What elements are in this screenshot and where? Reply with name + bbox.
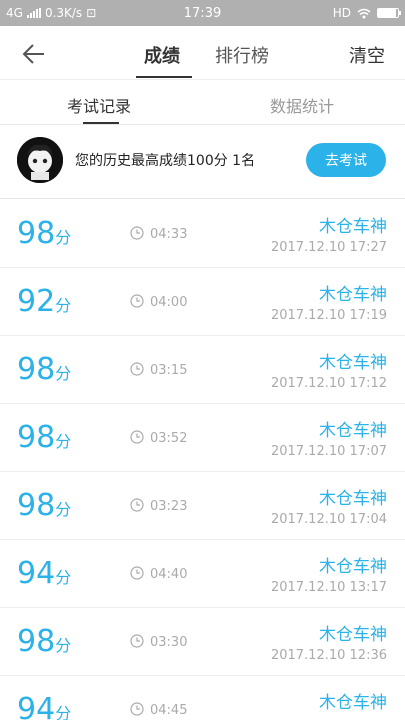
score: 98分 <box>17 624 71 659</box>
record-row[interactable]: 94分 04:45 木仓车神 <box>0 676 405 720</box>
user-name: 木仓车神 <box>319 285 387 305</box>
exam-date: 2017.12.10 17:27 <box>270 240 387 255</box>
score-value: 98 <box>17 488 56 523</box>
records-list: 98分 04:33 木仓车神 2017.12.10 17:27 92分 04:0… <box>0 200 405 720</box>
score-value: 92 <box>17 284 56 319</box>
clock-icon <box>130 634 144 648</box>
exam-duration: 04:00 <box>150 295 188 310</box>
score-value: 98 <box>17 352 56 387</box>
signal-icon <box>26 8 41 18</box>
score-value: 94 <box>17 556 56 591</box>
score-unit: 分 <box>55 500 72 519</box>
exam-duration: 04:40 <box>150 567 188 582</box>
score-value: 94 <box>17 692 56 720</box>
score-unit: 分 <box>55 432 72 451</box>
notification-icon: ⊡ <box>86 6 97 20</box>
tab-scores[interactable]: 成绩 <box>144 42 180 68</box>
exam-duration: 03:30 <box>150 635 188 650</box>
user-name: 木仓车神 <box>319 353 387 373</box>
score-unit: 分 <box>55 636 72 655</box>
exam-date: 2017.12.10 17:12 <box>270 376 387 391</box>
exam-date: 2017.12.10 12:36 <box>270 648 387 663</box>
wifi-icon <box>357 8 371 18</box>
score: 98分 <box>17 488 71 523</box>
network-speed: 0.3K/s <box>44 6 83 20</box>
score: 98分 <box>17 420 71 455</box>
exam-date: 2017.12.10 13:17 <box>270 580 387 595</box>
clock-icon <box>130 226 144 240</box>
record-row[interactable]: 98分 03:52 木仓车神 2017.12.10 17:07 <box>0 404 405 472</box>
status-left: 4G 0.3K/s ⊡ <box>6 6 166 20</box>
score: 92分 <box>17 284 71 319</box>
tab-leaderboard[interactable]: 排行榜 <box>215 42 269 68</box>
user-name: 木仓车神 <box>319 421 387 441</box>
score-unit: 分 <box>55 568 72 587</box>
score: 98分 <box>17 352 71 387</box>
tab-data-statistics[interactable]: 数据统计 <box>270 93 334 117</box>
score-value: 98 <box>17 624 56 659</box>
record-row[interactable]: 98分 04:33 木仓车神 2017.12.10 17:27 <box>0 200 405 268</box>
network-type: 4G <box>6 6 23 20</box>
go-exam-button[interactable]: 去考试 <box>306 143 386 177</box>
clock-icon <box>130 294 144 308</box>
exam-duration: 04:45 <box>150 703 188 718</box>
status-bar: 4G 0.3K/s ⊡ 17:39 HD <box>0 0 405 26</box>
back-arrow-icon[interactable] <box>20 40 48 68</box>
user-name: 木仓车神 <box>319 557 387 577</box>
record-row[interactable]: 98分 03:15 木仓车神 2017.12.10 17:12 <box>0 336 405 404</box>
best-score-bar: 您的历史最高成绩100分 1名 去考试 <box>0 125 405 199</box>
exam-duration: 03:15 <box>150 363 188 378</box>
exam-duration: 03:23 <box>150 499 188 514</box>
avatar <box>17 137 63 183</box>
record-row[interactable]: 98分 03:23 木仓车神 2017.12.10 17:04 <box>0 472 405 540</box>
user-name: 木仓车神 <box>319 217 387 237</box>
user-name: 木仓车神 <box>319 625 387 645</box>
score: 94分 <box>17 692 71 720</box>
top-navbar: 成绩 排行榜 清空 <box>0 26 405 80</box>
score-value: 98 <box>17 420 56 455</box>
clear-button[interactable]: 清空 <box>349 42 385 68</box>
score-unit: 分 <box>55 704 72 720</box>
active-tab-indicator <box>136 76 192 78</box>
tab-exam-records[interactable]: 考试记录 <box>67 93 131 117</box>
record-row[interactable]: 98分 03:30 木仓车神 2017.12.10 12:36 <box>0 608 405 676</box>
clock-icon <box>130 498 144 512</box>
score: 94分 <box>17 556 71 591</box>
sub-tabs: 考试记录 数据统计 <box>0 81 405 125</box>
score-unit: 分 <box>55 228 72 247</box>
record-row[interactable]: 94分 04:40 木仓车神 2017.12.10 13:17 <box>0 540 405 608</box>
exam-date: 2017.12.10 17:04 <box>270 512 387 527</box>
hd-label: HD <box>332 6 351 20</box>
exam-date: 2017.12.10 17:07 <box>270 444 387 459</box>
score-unit: 分 <box>55 364 72 383</box>
clock-icon <box>130 430 144 444</box>
clock-icon <box>130 566 144 580</box>
record-row[interactable]: 92分 04:00 木仓车神 2017.12.10 17:19 <box>0 268 405 336</box>
user-name: 木仓车神 <box>319 693 387 713</box>
best-score-text: 您的历史最高成绩100分 1名 <box>75 153 256 169</box>
score: 98分 <box>17 216 71 251</box>
battery-icon <box>377 8 401 18</box>
exam-date: 2017.12.10 17:19 <box>270 308 387 323</box>
avatar-image <box>17 137 63 183</box>
exam-duration: 04:33 <box>150 227 188 242</box>
active-subtab-indicator <box>83 122 119 124</box>
user-name: 木仓车神 <box>319 489 387 509</box>
score-value: 98 <box>17 216 56 251</box>
score-unit: 分 <box>55 296 72 315</box>
clock-icon <box>130 362 144 376</box>
exam-duration: 03:52 <box>150 431 188 446</box>
clock-icon <box>130 702 144 716</box>
status-right: HD <box>239 6 401 20</box>
status-time: 17:39 <box>183 5 222 21</box>
